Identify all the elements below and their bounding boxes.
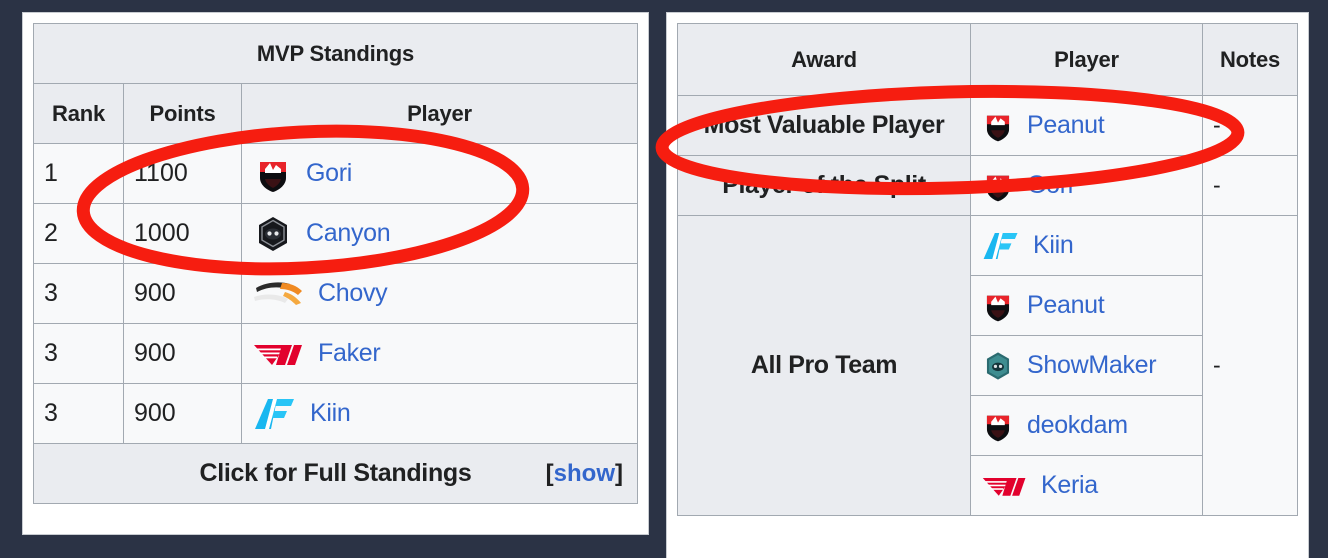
rank-value: 3	[33, 323, 124, 384]
full-standings-label: Click for Full Standings	[199, 459, 472, 487]
bracket-close: ]	[615, 459, 623, 487]
player-cell: deokdam	[970, 395, 1203, 456]
af-icon	[255, 398, 294, 429]
award-label: All Pro Team	[677, 215, 971, 516]
mvp-standings-panel: MVP Standings Rank Points Player 1 1100	[22, 12, 649, 535]
mvp-standings-table: MVP Standings Rank Points Player 1 1100	[33, 23, 638, 504]
swoosh-icon	[254, 281, 302, 305]
table-row: All Pro Team Kiin -	[677, 215, 1298, 516]
show-link[interactable]: show	[554, 460, 615, 487]
screenshot-root: MVP Standings Rank Points Player 1 1100	[0, 0, 1328, 558]
column-header-points: Points	[123, 83, 242, 144]
column-header-award: Award	[677, 23, 971, 96]
points-value: 900	[123, 263, 242, 324]
player-cell: Peanut	[970, 275, 1203, 336]
table-row: 2 1000 Canyon	[33, 203, 638, 264]
player-cell: Kiin	[241, 383, 638, 444]
player-cell: Gori	[241, 143, 638, 204]
award-label: Player of the Split	[677, 155, 971, 216]
full-standings-footer-cell[interactable]: Click for Full Standings [show]	[33, 443, 638, 504]
player-cell: Peanut	[970, 95, 1203, 156]
table-row: 3 900 Chovy	[33, 263, 638, 324]
notes-value: -	[1202, 155, 1298, 216]
t1-icon	[982, 477, 1026, 496]
player-link[interactable]: Canyon	[306, 219, 391, 248]
t1-icon	[254, 344, 302, 365]
table-row: 1 1100 Gori	[33, 143, 638, 204]
af-icon	[983, 232, 1018, 259]
column-header-notes: Notes	[1202, 23, 1298, 96]
table-title-row: MVP Standings	[33, 23, 638, 84]
player-cell: Canyon	[241, 203, 638, 264]
column-header-rank: Rank	[33, 83, 124, 144]
rank-value: 1	[33, 143, 124, 204]
rank-value: 3	[33, 263, 124, 324]
points-value: 1000	[123, 203, 242, 264]
hle-shield-icon	[986, 115, 1010, 141]
points-value: 1100	[123, 143, 242, 204]
player-link[interactable]: Kiin	[310, 399, 351, 428]
show-toggle[interactable]: [show]	[546, 460, 623, 488]
table-row: Player of the Split Gori -	[677, 155, 1298, 216]
points-value: 900	[123, 383, 242, 444]
player-link[interactable]: Faker	[318, 339, 381, 368]
column-header-row: Rank Points Player	[33, 83, 638, 144]
player-link[interactable]: Chovy	[318, 279, 388, 308]
rank-value: 2	[33, 203, 124, 264]
table-row: Most Valuable Player Peanut -	[677, 95, 1298, 156]
awards-panel: Award Player Notes Most Valuable Player	[666, 12, 1309, 558]
player-cell: Chovy	[241, 263, 638, 324]
player-cell: ShowMaker	[970, 335, 1203, 396]
player-link[interactable]: Peanut	[1027, 291, 1105, 320]
player-link[interactable]: Gori	[306, 159, 352, 188]
points-value: 900	[123, 323, 242, 384]
notes-value: -	[1202, 215, 1298, 516]
player-link[interactable]: Kiin	[1033, 231, 1074, 260]
geng-hex-icon	[259, 216, 287, 251]
column-header-row: Award Player Notes	[677, 23, 1298, 96]
award-label: Most Valuable Player	[677, 95, 971, 156]
player-link[interactable]: Keria	[1041, 471, 1098, 500]
player-cell: Faker	[241, 323, 638, 384]
player-cell: Gori	[970, 155, 1203, 216]
player-link[interactable]: ShowMaker	[1027, 351, 1157, 380]
dk-hex-icon	[986, 351, 1010, 380]
page-title: MVP Standings	[33, 23, 638, 84]
full-standings-footer-row[interactable]: Click for Full Standings [show]	[33, 443, 638, 504]
notes-value: -	[1202, 95, 1298, 156]
hle-shield-icon	[260, 161, 286, 192]
bracket-open: [	[545, 459, 554, 487]
player-link[interactable]: Gori	[1027, 171, 1073, 200]
awards-table: Award Player Notes Most Valuable Player	[677, 23, 1298, 516]
column-header-player: Player	[241, 83, 638, 144]
player-link[interactable]: deokdam	[1027, 411, 1128, 440]
table-row: 3 900 Kiin	[33, 383, 638, 444]
player-link[interactable]: Peanut	[1027, 111, 1105, 140]
hle-shield-icon	[986, 175, 1010, 201]
table-row: 3 900 Faker	[33, 323, 638, 384]
column-header-player: Player	[970, 23, 1203, 96]
hle-shield-icon	[986, 295, 1010, 321]
hle-shield-icon	[986, 415, 1010, 441]
player-cell: Kiin	[970, 215, 1203, 276]
player-cell: Keria	[970, 455, 1203, 516]
rank-value: 3	[33, 383, 124, 444]
